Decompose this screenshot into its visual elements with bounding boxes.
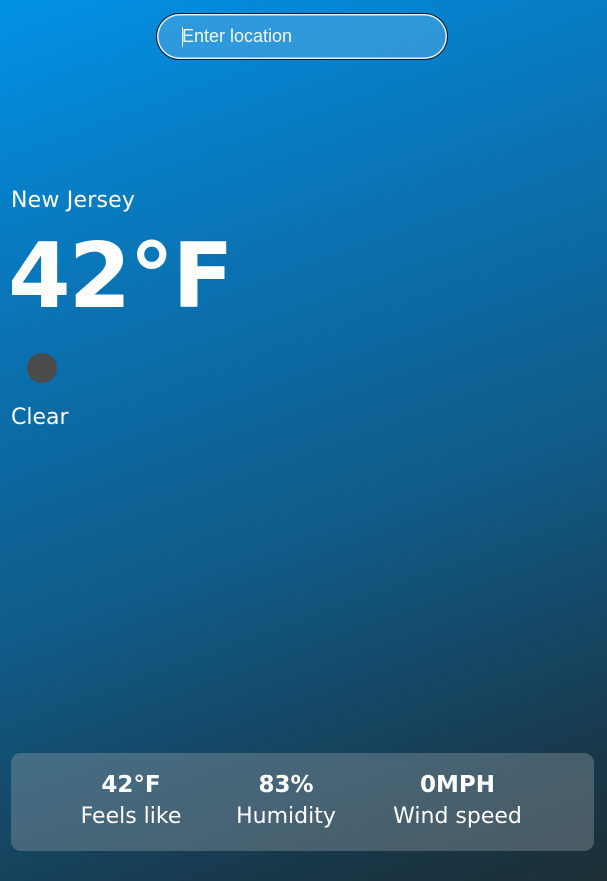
wind-speed-value: 0MPH (420, 772, 495, 798)
wind-speed-stat: 0MPH Wind speed (386, 770, 529, 834)
weather-condition-icon (27, 353, 57, 383)
location-search-input[interactable] (159, 16, 443, 56)
weather-condition: Clear (11, 405, 69, 430)
location-name: New Jersey (11, 188, 136, 213)
humidity-stat: 83% Humidity (226, 770, 346, 834)
weather-app: { "search": { "placeholder": "Enter loca… (0, 0, 607, 881)
search-bar (156, 13, 448, 60)
text-cursor (182, 27, 183, 47)
feels-like-stat: 42°F Feels like (71, 770, 191, 834)
wind-speed-label: Wind speed (393, 804, 522, 829)
humidity-label: Humidity (236, 804, 336, 829)
weather-stats-panel: 42°F Feels like 83% Humidity 0MPH Wind s… (11, 753, 594, 851)
humidity-value: 83% (258, 772, 314, 798)
current-temperature: 42°F (8, 224, 234, 329)
feels-like-label: Feels like (80, 804, 182, 829)
feels-like-value: 42°F (101, 772, 161, 798)
